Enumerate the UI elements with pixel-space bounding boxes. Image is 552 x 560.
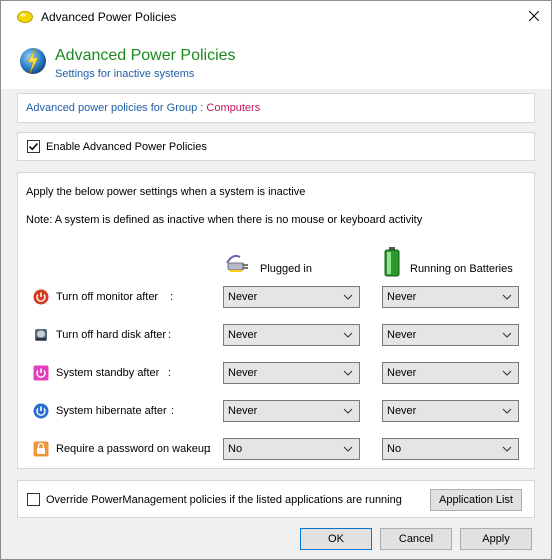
select-value: Never bbox=[387, 367, 417, 379]
chevron-down-icon bbox=[343, 446, 353, 452]
setting-colon: : bbox=[208, 443, 212, 455]
setting-label: System hibernate after bbox=[56, 405, 167, 417]
application-list-button[interactable]: Application List bbox=[430, 489, 522, 511]
power-globe-icon bbox=[20, 48, 46, 74]
cancel-button[interactable]: Cancel bbox=[380, 528, 452, 550]
setting-colon: : bbox=[168, 329, 172, 341]
group-line: Advanced power policies for Group : Comp… bbox=[26, 102, 260, 114]
select-value: Never bbox=[387, 291, 417, 303]
group-separator: : bbox=[200, 102, 204, 114]
select-value: No bbox=[228, 443, 243, 455]
select-value: Never bbox=[387, 329, 417, 341]
plugged-in-select[interactable]: Never bbox=[223, 400, 360, 422]
setting-label: Require a password on wakeup bbox=[56, 443, 211, 455]
chevron-down-icon bbox=[343, 332, 353, 338]
group-label: Advanced power policies for Group bbox=[26, 102, 198, 114]
plugged-in-select[interactable]: Never bbox=[223, 324, 360, 346]
chevron-down-icon bbox=[502, 370, 512, 376]
column-plugged-in: Plugged in bbox=[260, 263, 312, 275]
chevron-down-icon bbox=[343, 294, 353, 300]
power-plug-icon bbox=[226, 254, 248, 272]
battery-select[interactable]: No bbox=[382, 438, 519, 460]
chevron-down-icon bbox=[502, 332, 512, 338]
dialog-window: Advanced Power Policies Advanced Power P… bbox=[0, 0, 552, 560]
enable-panel: Enable Advanced Power Policies bbox=[17, 132, 535, 161]
select-value: Never bbox=[228, 367, 258, 379]
override-checkbox[interactable] bbox=[27, 493, 40, 506]
apply-button[interactable]: Apply bbox=[460, 528, 532, 550]
chevron-down-icon bbox=[343, 370, 353, 376]
select-value: Never bbox=[228, 405, 258, 417]
close-button[interactable] bbox=[517, 1, 551, 31]
select-value: Never bbox=[228, 329, 258, 341]
plugged-in-select[interactable]: No bbox=[223, 438, 360, 460]
hard-disk-icon bbox=[35, 329, 47, 341]
override-panel: Override PowerManagement policies if the… bbox=[17, 480, 535, 518]
select-value: No bbox=[387, 443, 402, 455]
column-running-on-batteries: Running on Batteries bbox=[410, 263, 513, 275]
window-title: Advanced Power Policies bbox=[41, 10, 177, 24]
enable-label[interactable]: Enable Advanced Power Policies bbox=[46, 141, 207, 153]
settings-note: Note: A system is defined as inactive wh… bbox=[26, 214, 423, 226]
settings-intro: Apply the below power settings when a sy… bbox=[26, 186, 306, 198]
battery-select[interactable]: Never bbox=[382, 362, 519, 384]
battery-select[interactable]: Never bbox=[382, 400, 519, 422]
monitor-power-icon bbox=[33, 289, 49, 305]
battery-select[interactable]: Never bbox=[382, 324, 519, 346]
checkmark-icon bbox=[28, 142, 39, 151]
setting-label: Turn off hard disk after bbox=[56, 329, 167, 341]
settings-panel: Apply the below power settings when a sy… bbox=[17, 172, 535, 469]
group-value[interactable]: Computers bbox=[206, 102, 260, 114]
header-title: Advanced Power Policies bbox=[55, 47, 236, 64]
lock-icon bbox=[33, 441, 49, 457]
chevron-down-icon bbox=[343, 408, 353, 414]
group-panel: Advanced power policies for Group : Comp… bbox=[17, 93, 535, 123]
ok-button[interactable]: OK bbox=[300, 528, 372, 550]
plugged-in-select[interactable]: Never bbox=[223, 286, 360, 308]
title-bar: Advanced Power Policies bbox=[1, 1, 551, 33]
setting-label: Turn off monitor after bbox=[56, 291, 159, 303]
chevron-down-icon bbox=[502, 446, 512, 452]
setting-colon: : bbox=[168, 367, 172, 379]
app-icon bbox=[17, 11, 33, 23]
standby-icon bbox=[33, 365, 49, 381]
override-label[interactable]: Override PowerManagement policies if the… bbox=[46, 494, 402, 506]
close-icon bbox=[529, 11, 539, 21]
select-value: Never bbox=[228, 291, 258, 303]
setting-label: System standby after bbox=[56, 367, 160, 379]
battery-icon bbox=[384, 247, 400, 277]
chevron-down-icon bbox=[502, 408, 512, 414]
enable-checkbox[interactable] bbox=[27, 140, 40, 153]
setting-colon: : bbox=[170, 291, 174, 303]
hibernate-icon bbox=[33, 403, 49, 419]
select-value: Never bbox=[387, 405, 417, 417]
dialog-header: Advanced Power Policies Settings for ina… bbox=[1, 33, 551, 89]
battery-select[interactable]: Never bbox=[382, 286, 519, 308]
setting-colon: : bbox=[171, 405, 175, 417]
chevron-down-icon bbox=[502, 294, 512, 300]
header-subtitle: Settings for inactive systems bbox=[55, 68, 195, 80]
plugged-in-select[interactable]: Never bbox=[223, 362, 360, 384]
